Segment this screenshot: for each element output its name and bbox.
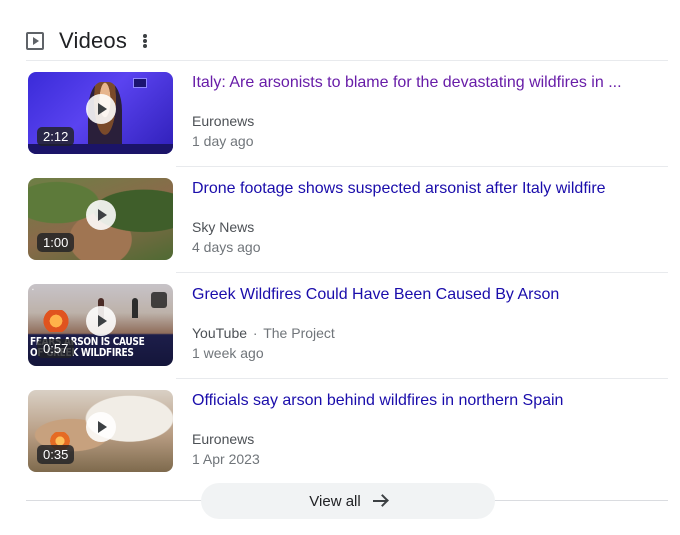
arrow-right-icon — [372, 494, 387, 508]
source-name: Euronews — [192, 113, 255, 129]
more-options-icon[interactable] — [143, 33, 148, 49]
video-date: 1 Apr 2023 — [192, 451, 260, 467]
video-date: 1 week ago — [192, 345, 264, 361]
video-date: 4 days ago — [192, 239, 261, 255]
play-icon[interactable] — [86, 200, 116, 230]
view-all-button[interactable]: View all — [201, 483, 495, 519]
video-thumbnail[interactable]: ▪ FEARS ARSON IS CAUSE OF GREEK WILDFIRES… — [28, 284, 173, 366]
person-graphic — [132, 298, 138, 318]
video-result-4[interactable]: 0:35 Officials say arson behind wildfire… — [26, 378, 668, 484]
thumbnail-corner-mark: ▪ — [32, 287, 34, 293]
video-result-3[interactable]: ▪ FEARS ARSON IS CAUSE OF GREEK WILDFIRES… — [26, 272, 668, 378]
play-icon[interactable] — [86, 412, 116, 442]
source-separator: · — [252, 325, 258, 341]
video-play-icon — [26, 32, 44, 50]
video-result-1[interactable]: 2:12 Italy: Are arsonists to blame for t… — [26, 60, 668, 166]
duration-badge: 0:57 — [37, 339, 75, 358]
video-thumbnail[interactable]: 0:35 — [28, 390, 173, 472]
video-thumbnail[interactable]: 2:12 — [28, 72, 173, 154]
video-title-link[interactable]: Italy: Are arsonists to blame for the de… — [192, 72, 662, 94]
channel-logo — [133, 78, 147, 88]
source-name: Sky News — [192, 219, 255, 235]
play-icon[interactable] — [86, 94, 116, 124]
videos-header: Videos — [26, 26, 148, 56]
video-source: Euronews — [192, 111, 662, 131]
video-source: Euronews — [192, 429, 662, 449]
section-title: Videos — [59, 28, 128, 53]
play-icon[interactable] — [86, 306, 116, 336]
channel-name: The Project — [263, 325, 335, 341]
duration-badge: 1:00 — [37, 233, 75, 252]
video-result-2[interactable]: 1:00 Drone footage shows suspected arson… — [26, 166, 668, 272]
duration-badge: 0:35 — [37, 445, 75, 464]
fire-graphic — [42, 310, 70, 332]
video-thumbnail[interactable]: 1:00 — [28, 178, 173, 260]
expand-icon[interactable] — [151, 292, 167, 308]
video-source: Sky News — [192, 217, 662, 237]
video-title-link[interactable]: Drone footage shows suspected arsonist a… — [192, 178, 662, 200]
duration-badge: 2:12 — [37, 127, 75, 146]
video-date: 1 day ago — [192, 133, 254, 149]
view-all-label: View all — [309, 492, 361, 510]
source-name: YouTube — [192, 325, 248, 341]
video-title-link[interactable]: Officials say arson behind wildfires in … — [192, 390, 662, 412]
video-title-link[interactable]: Greek Wildfires Could Have Been Caused B… — [192, 284, 662, 306]
source-name: Euronews — [192, 431, 255, 447]
video-source: YouTube · The Project — [192, 323, 662, 343]
